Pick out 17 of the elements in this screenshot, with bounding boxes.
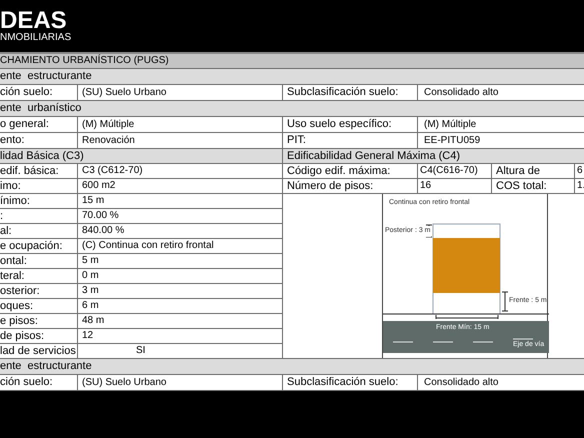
section-heading: ente estructurante <box>0 69 584 85</box>
logo-tagline: NMOBILIARIAS <box>0 32 72 44</box>
table-cell: ción suelo: <box>0 375 78 391</box>
section-heading: ente urbanístico <box>0 101 584 117</box>
table-cell: 6 <box>575 164 584 179</box>
section-heading: ente estructurante <box>0 359 584 375</box>
table-cell: Subclasificación suelo: <box>283 375 418 391</box>
logo-wordmark: DEAS <box>0 10 67 32</box>
building-footprint <box>433 238 500 293</box>
table-cell: Consolidado alto <box>418 375 584 391</box>
table-cell: Altura de <box>492 164 575 179</box>
document-title: CHAMIENTO URBANÍSTICO (PUGS) <box>0 54 584 69</box>
table-cell: 1. <box>575 179 584 194</box>
table-cell: (SU) Suelo Urbano <box>78 375 283 391</box>
front-setback-marker <box>502 292 508 312</box>
table-cell: C4(C616-70) <box>418 164 492 179</box>
table-cell: Código edif. máxima: <box>283 164 418 179</box>
